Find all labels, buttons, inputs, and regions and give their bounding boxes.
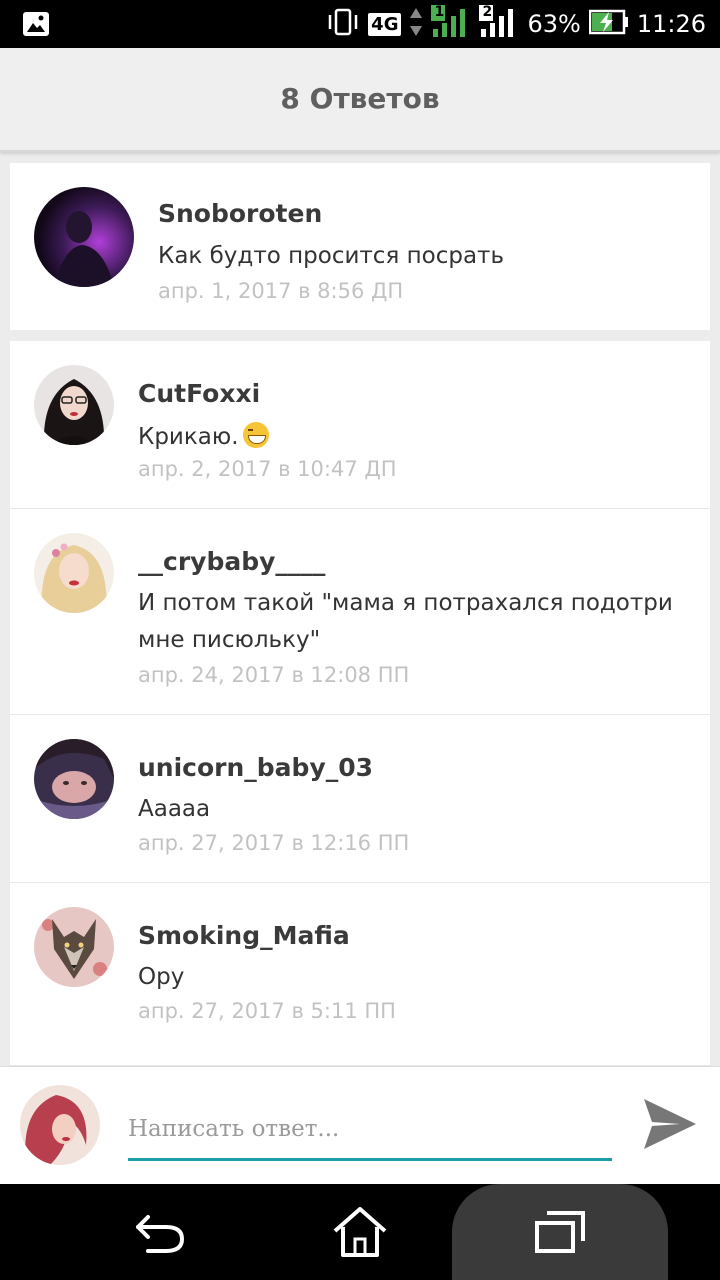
reply-timestamp: апр. 27, 2017 в 5:11 ПП bbox=[138, 999, 396, 1023]
post-timestamp: апр. 1, 2017 в 8:56 ДП bbox=[158, 279, 404, 303]
send-icon[interactable] bbox=[640, 1095, 700, 1155]
list-item[interactable]: __crybaby____ И потом такой "мама я потр… bbox=[10, 509, 710, 715]
data-arrows-icon bbox=[409, 6, 423, 43]
reply-timestamp: апр. 2, 2017 в 10:47 ДП bbox=[138, 457, 397, 481]
post-author[interactable]: Snoboroten bbox=[158, 199, 322, 228]
reply-text: Ору bbox=[138, 964, 185, 990]
list-item[interactable]: Smoking_Mafia Ору апр. 27, 2017 в 5:11 П… bbox=[10, 883, 710, 1066]
battery-percent: 63% bbox=[527, 10, 581, 38]
signal-icon: 2 bbox=[479, 3, 519, 44]
replies-list[interactable]: CutFoxxi Крикаю. апр. 2, 2017 в 10:47 ДП… bbox=[10, 341, 710, 1066]
avatar[interactable] bbox=[34, 365, 114, 445]
list-item[interactable]: unicorn_baby_03 Ааааа апр. 27, 2017 в 12… bbox=[10, 715, 710, 883]
list-item[interactable]: CutFoxxi Крикаю. апр. 2, 2017 в 10:47 ДП bbox=[10, 341, 710, 509]
page-title: 8 Ответов bbox=[280, 82, 440, 115]
reply-text: Крикаю. bbox=[138, 419, 698, 456]
sim2-label: 2 bbox=[482, 3, 493, 20]
app-header: 8 Ответов bbox=[0, 48, 720, 152]
network-type: 4G bbox=[368, 12, 402, 36]
vibrate-icon bbox=[326, 8, 360, 41]
home-icon[interactable] bbox=[310, 1184, 410, 1280]
sim1-label: 1 bbox=[434, 3, 445, 20]
clock: 11:26 bbox=[636, 10, 706, 38]
reply-author[interactable]: __crybaby____ bbox=[138, 547, 325, 576]
avatar[interactable] bbox=[34, 187, 134, 287]
reply-text-body: Крикаю. bbox=[138, 424, 239, 450]
avatar[interactable] bbox=[20, 1085, 100, 1165]
image-icon bbox=[22, 11, 50, 42]
recent-apps-icon[interactable] bbox=[452, 1184, 668, 1280]
back-icon[interactable] bbox=[110, 1184, 210, 1280]
reply-author[interactable]: CutFoxxi bbox=[138, 379, 260, 408]
status-bar: 4G 1 2 63% 11:26 bbox=[0, 0, 720, 48]
reply-text: И потом такой "мама я потрахался подотри… bbox=[138, 590, 673, 653]
grinning-emoji-icon bbox=[242, 422, 269, 448]
reply-timestamp: апр. 27, 2017 в 12:16 ПП bbox=[138, 831, 410, 855]
original-post[interactable]: Snoboroten Как будто просится посрать ап… bbox=[10, 163, 710, 330]
reply-composer bbox=[0, 1066, 720, 1184]
avatar[interactable] bbox=[34, 907, 114, 987]
signal-icon: 1 bbox=[431, 3, 471, 44]
reply-text: Ааааа bbox=[138, 796, 211, 822]
battery-charging-icon bbox=[588, 9, 629, 40]
reply-author[interactable]: unicorn_baby_03 bbox=[138, 753, 373, 782]
avatar[interactable] bbox=[34, 739, 114, 819]
reply-input[interactable] bbox=[128, 1105, 612, 1161]
navigation-bar bbox=[0, 1184, 720, 1280]
post-text: Как будто просится посрать bbox=[158, 243, 504, 269]
avatar[interactable] bbox=[34, 533, 114, 613]
reply-author[interactable]: Smoking_Mafia bbox=[138, 921, 350, 950]
reply-timestamp: апр. 24, 2017 в 12:08 ПП bbox=[138, 663, 410, 687]
